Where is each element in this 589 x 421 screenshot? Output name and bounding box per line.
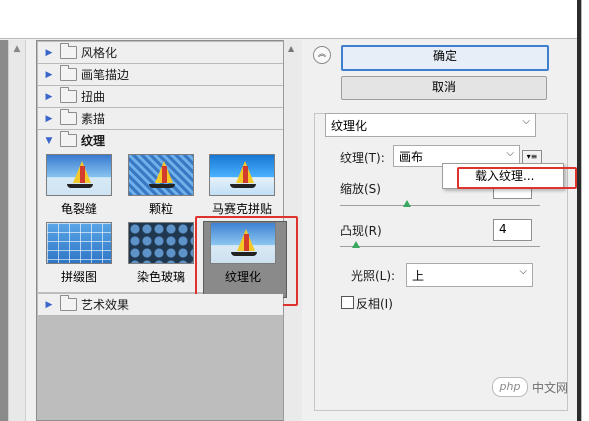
window-edge-strip — [581, 0, 589, 421]
relief-label: 凸现(R) — [340, 224, 382, 238]
thumbnail-label: 马赛克拼贴 — [211, 202, 272, 216]
thumb-craquelure[interactable]: 龟裂缝 — [44, 154, 114, 217]
filter-select[interactable]: 纹理化 ⌵ — [325, 113, 536, 137]
category-sketch[interactable]: ▶ 素描 — [38, 108, 283, 130]
category-distort[interactable]: ▶ 扭曲 — [38, 86, 283, 108]
php-logo: php — [492, 377, 528, 397]
collapse-panel-icon[interactable]: ︽ — [313, 46, 331, 64]
light-select-value: 上 — [412, 268, 425, 283]
category-label: 纹理 — [81, 134, 106, 148]
category-label: 风格化 — [81, 46, 118, 60]
folder-icon — [60, 65, 77, 81]
invert-checkbox[interactable] — [341, 296, 354, 309]
watermark-text: 中文网 — [532, 380, 569, 395]
collapse-arrow-icon[interactable]: ▼ — [42, 136, 56, 146]
category-artistic[interactable]: ▶ 艺术效果 — [38, 294, 283, 316]
thumb-stained-glass[interactable]: 染色玻璃 — [126, 222, 196, 285]
top-divider — [0, 38, 578, 39]
category-brush-strokes[interactable]: ▶ 画笔描边 — [38, 64, 283, 86]
folder-icon — [60, 43, 77, 59]
light-label: 光照(L): — [351, 269, 396, 283]
scroll-up-arrow-icon[interactable]: ▲ — [288, 44, 294, 53]
thumbnail-image — [46, 222, 112, 264]
scale-label: 缩放(S) — [340, 182, 381, 196]
thumbnail-image — [128, 222, 194, 264]
load-texture-menu-item[interactable]: 载入纹理... — [457, 167, 577, 189]
preview-scrollbar[interactable]: ▲ — [8, 40, 26, 421]
expand-arrow-icon[interactable]: ▶ — [42, 114, 56, 124]
thumbnail-label: 颗粒 — [148, 202, 173, 216]
filter-select-value: 纹理化 — [331, 118, 368, 133]
thumb-grain[interactable]: 颗粒 — [126, 154, 196, 217]
cancel-button[interactable]: 取消 — [341, 76, 547, 100]
relief-slider-track[interactable] — [340, 246, 540, 247]
category-stylize[interactable]: ▶ 风格化 — [38, 42, 283, 64]
category-label: 扭曲 — [81, 90, 106, 104]
folder-icon — [60, 109, 77, 125]
thumbnail-image — [128, 154, 194, 196]
highlight-box-texturizer — [195, 216, 298, 306]
scale-slider-handle[interactable] — [403, 200, 411, 207]
thumbnail-label: 龟裂缝 — [60, 202, 97, 216]
ok-button[interactable]: 确定 — [341, 45, 549, 71]
category-label: 画笔描边 — [81, 68, 130, 82]
relief-slider-handle[interactable] — [352, 241, 360, 248]
invert-label: 反相(I) — [356, 297, 393, 311]
top-area — [0, 0, 578, 38]
folder-icon — [60, 295, 77, 311]
thumb-patchwork[interactable]: 拼缀图 — [44, 222, 114, 285]
thumbnail-label: 染色玻璃 — [136, 270, 185, 284]
thumb-mosaic-tiles[interactable]: 马赛克拼贴 — [207, 154, 277, 217]
chevron-down-icon: ⌵ — [519, 266, 527, 277]
category-label: 素描 — [81, 112, 106, 126]
texture-select-value: 画布 — [399, 149, 424, 164]
chevron-down-icon: ⌵ — [522, 116, 530, 127]
chevron-down-icon: ⌵ — [506, 148, 514, 159]
watermark: php 中文网 — [492, 377, 568, 397]
expand-arrow-icon[interactable]: ▶ — [42, 70, 56, 80]
thumbnail-image — [209, 154, 275, 196]
scroll-up-arrow-icon[interactable]: ▲ — [9, 44, 25, 54]
thumbnail-label: 拼缀图 — [60, 270, 97, 284]
expand-arrow-icon[interactable]: ▶ — [42, 300, 56, 310]
light-select[interactable]: 上 ⌵ — [406, 263, 533, 287]
scale-slider-track[interactable] — [340, 205, 540, 206]
relief-field[interactable]: 4 — [493, 219, 532, 241]
category-label: 艺术效果 — [81, 298, 130, 312]
thumbnail-image — [46, 154, 112, 196]
texture-menu-popup: 载入纹理... — [442, 163, 577, 189]
texture-label: 纹理(T): — [340, 151, 385, 165]
expand-arrow-icon[interactable]: ▶ — [42, 48, 56, 58]
folder-icon — [60, 87, 77, 103]
category-texture[interactable]: ▼ 纹理 — [38, 130, 283, 152]
folder-open-icon — [60, 131, 77, 147]
expand-arrow-icon[interactable]: ▶ — [42, 92, 56, 102]
